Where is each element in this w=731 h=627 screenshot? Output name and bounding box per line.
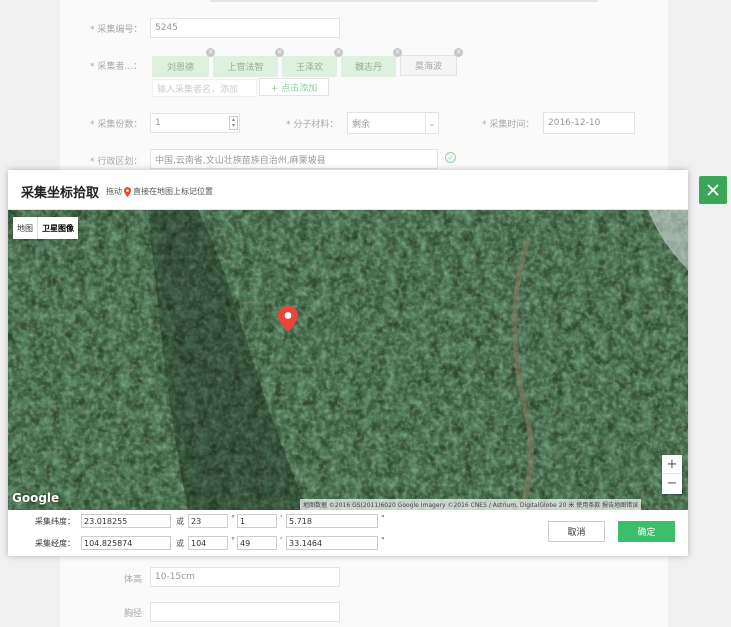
or-label: 或 — [176, 517, 184, 526]
map-type-control: 地图 卫星图像 — [13, 217, 78, 239]
lng-decimal-input[interactable]: 104.825874 — [81, 536, 171, 550]
sample-no-label: * 采集编号： — [90, 24, 143, 35]
remove-icon[interactable]: × — [454, 48, 463, 57]
sec-symbol: " — [381, 536, 385, 545]
min-symbol: ' — [280, 514, 283, 523]
remove-icon[interactable]: × — [334, 48, 343, 57]
hint-suffix: 直接在地图上标记位置 — [133, 187, 213, 196]
collector-chip[interactable]: 莫海波 — [400, 55, 457, 76]
collector-chip[interactable]: 刘恩德 — [152, 56, 209, 77]
material-label: * 分子材料： — [286, 119, 339, 130]
region-row: * 行政区划： — [90, 149, 142, 171]
sample-no-row: * 采集编号： — [90, 17, 142, 39]
lat-sec-input[interactable]: 5.718 — [286, 514, 378, 528]
chevron-down-icon[interactable]: ⌄ — [425, 113, 438, 133]
collectors-label: * 采集者...： — [90, 61, 142, 72]
lat-label: 采集纬度： — [35, 517, 75, 526]
height-input[interactable]: 10-15cm — [150, 567, 340, 587]
lat-deg-input[interactable]: 23 — [188, 514, 228, 528]
date-row: * 采集时间： — [482, 112, 534, 134]
lat-decimal-input[interactable]: 23.018255 — [81, 514, 171, 528]
zoom-in-button[interactable]: + — [662, 455, 682, 474]
hint-prefix: 拖动 — [106, 187, 122, 196]
lng-sec-input[interactable]: 33.1464 — [286, 536, 378, 550]
dbh-input[interactable] — [150, 602, 340, 622]
deg-symbol: ° — [231, 536, 235, 545]
remove-icon[interactable]: × — [206, 48, 215, 57]
region-label: * 行政区划： — [90, 156, 143, 167]
lat-min-input[interactable]: 1 — [237, 514, 277, 528]
height-label: 体高 — [124, 574, 143, 585]
zoom-control: + − — [662, 455, 682, 494]
map-attribution[interactable]: 地图数据 ©2016 GS(2011)6020 Google Imagery ©… — [300, 499, 642, 510]
collector-chip[interactable]: 魏志丹 — [341, 56, 396, 77]
cancel-button[interactable]: 取消 — [548, 521, 605, 542]
material-row: * 分子材料： — [286, 112, 338, 134]
check-icon: ✓ — [445, 152, 456, 163]
close-button[interactable] — [699, 176, 727, 204]
date-input[interactable]: 2016-12-10 — [543, 112, 635, 134]
map-type-satellite[interactable]: 卫星图像 — [37, 217, 78, 239]
dialog-header: 采集坐标拾取 拖动 直接在地图上标记位置 — [8, 170, 688, 210]
lng-deg-input[interactable]: 104 — [188, 536, 228, 550]
stepper-arrows-icon[interactable]: ▴ ▾ — [229, 116, 238, 130]
google-logo: Google — [12, 491, 60, 505]
sample-no-input[interactable]: 5245 — [150, 18, 340, 38]
close-icon — [707, 184, 719, 196]
height-row: 体高 — [124, 567, 142, 589]
copies-stepper[interactable]: 1 — [150, 113, 240, 133]
divider — [210, 0, 598, 2]
or-label: 或 — [176, 539, 184, 548]
dbh-row: 胸径 — [124, 601, 142, 623]
satellite-imagery — [8, 210, 688, 510]
collector-chip[interactable]: 上官法智 — [213, 56, 278, 77]
sec-symbol: " — [381, 514, 385, 523]
map-pin-icon — [124, 186, 131, 197]
deg-symbol: ° — [231, 514, 235, 523]
map-type-map[interactable]: 地图 — [13, 217, 37, 239]
dbh-label: 胸径 — [124, 608, 143, 619]
lng-min-input[interactable]: 49 — [237, 536, 277, 550]
lng-label: 采集经度： — [35, 539, 75, 548]
copies-label: * 采集份数： — [90, 119, 143, 130]
dialog-title: 采集坐标拾取 — [21, 186, 100, 201]
dialog-hint: 拖动 直接在地图上标记位置 — [106, 186, 213, 197]
add-collector-button[interactable]: + 点击添加 — [259, 78, 329, 96]
satellite-map[interactable]: 地图 卫星图像 + − Google 地图数据 ©2016 GS(2011)60… — [8, 210, 688, 510]
remove-icon[interactable]: × — [393, 48, 402, 57]
min-symbol: ' — [280, 536, 283, 545]
collector-input[interactable]: 输入采集者名，添加 — [152, 79, 257, 97]
location-pin-icon[interactable] — [278, 306, 298, 332]
collectors-row: * 采集者...： — [90, 54, 142, 76]
copies-row: * 采集份数： — [90, 112, 142, 134]
collector-chip[interactable]: 王泽欢 — [282, 56, 337, 77]
zoom-out-button[interactable]: − — [662, 474, 682, 493]
region-input[interactable]: 中国,云南省,文山壮族苗族自治州,麻栗坡县 — [150, 149, 438, 169]
confirm-button[interactable]: 确定 — [618, 521, 675, 542]
remove-icon[interactable]: × — [275, 48, 284, 57]
date-label: * 采集时间： — [482, 119, 535, 130]
coordinate-picker-dialog: 采集坐标拾取 拖动 直接在地图上标记位置 地图 卫星图像 + − Google … — [8, 170, 688, 556]
